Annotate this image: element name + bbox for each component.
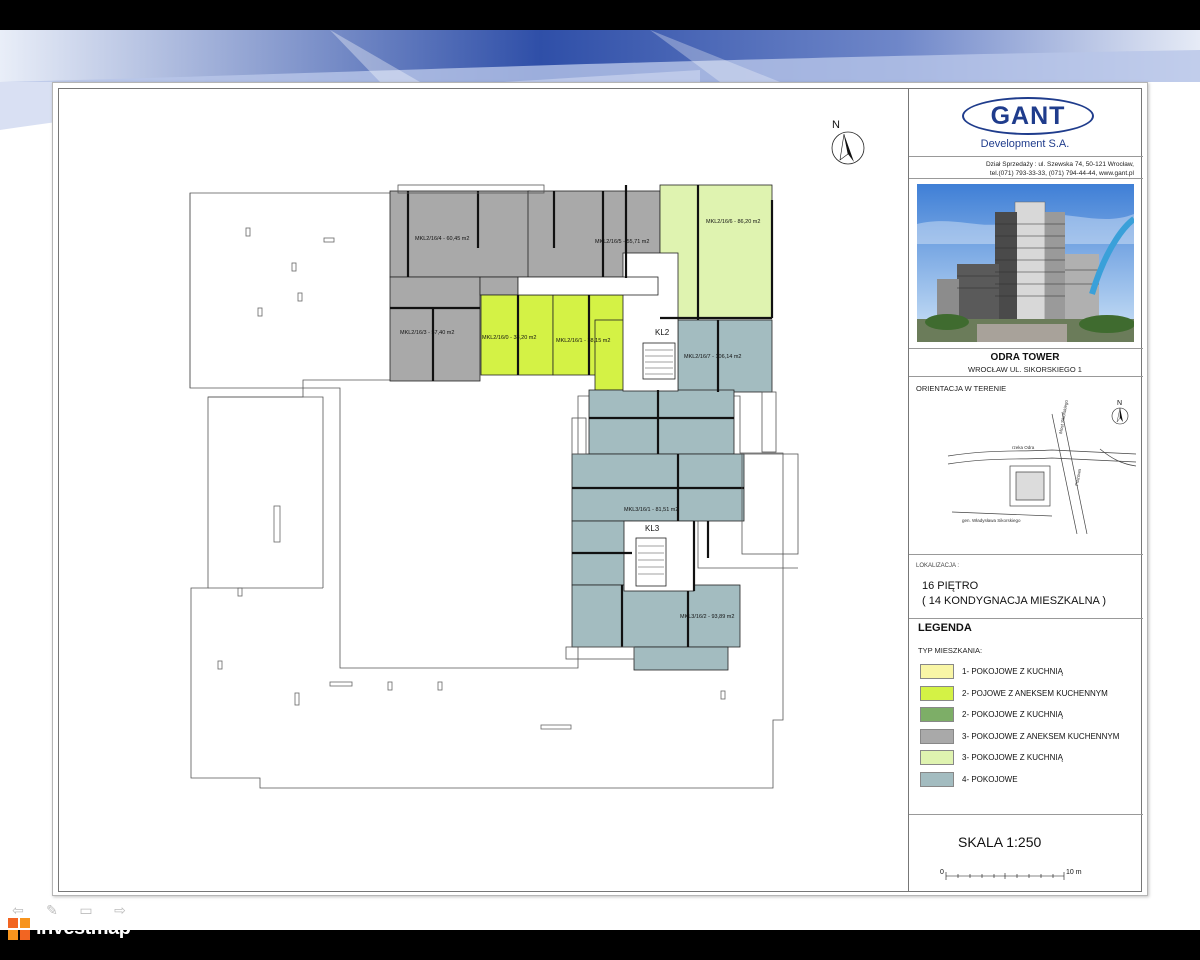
orientation-map: rzeka Odra Most Sikorskiego gen. Władysł…	[947, 399, 1136, 534]
balcony	[565, 646, 635, 660]
unit-label: MKL3/16/2 - 93,89 m2	[680, 614, 734, 620]
balcony	[741, 453, 799, 555]
map-label-river: rzeka Odra	[1012, 445, 1035, 450]
scale-bar: 0 10 m	[940, 869, 1082, 880]
apartment-mkl2-16-4	[389, 190, 531, 278]
terrace-fixture	[273, 505, 281, 543]
building-photo	[917, 184, 1134, 342]
gant-logo: GANT	[962, 97, 1094, 135]
terrace-fixture	[294, 692, 300, 706]
top-black-band	[0, 0, 1200, 30]
stair-label-kl2: KL2	[655, 328, 670, 337]
map-label-plazowa: Plażowa	[1074, 468, 1082, 486]
terrace-fixture	[720, 690, 726, 700]
apartment-mkl2-16-3	[389, 276, 481, 382]
corridor-link	[517, 276, 659, 296]
legend-label: 4- POKOJOWE	[962, 774, 1018, 784]
floor-number: 16 PIĘTRO	[922, 580, 979, 592]
legend-swatch	[920, 728, 954, 744]
bottom-black-band	[0, 930, 1200, 960]
legend-item: 3- POKOJOWE Z KUCHNIĄ	[920, 750, 1119, 772]
map-north-label: N	[1117, 400, 1122, 407]
unit-label: MKL2/16/7 - 106,14 m2	[684, 354, 741, 360]
plan-north-label: N	[832, 119, 840, 131]
map-label-street: gen. Władysława Sikorskiego	[962, 518, 1021, 523]
map-label-bridge: Most Sikorskiego	[1058, 399, 1069, 434]
stair-kl2	[642, 342, 676, 380]
investmap-watermark: investmap	[8, 917, 131, 940]
terrace-fixture	[245, 227, 251, 237]
legend-item: 4- POKOJOWE	[920, 771, 1119, 794]
contact-line-1: Dział Sprzedaży : ul. Szewska 74, 50-121…	[985, 161, 1134, 168]
scale-zero: 0	[940, 869, 944, 876]
stair-label-kl3: KL3	[645, 524, 660, 533]
balcony	[571, 417, 587, 455]
floor-detail: ( 14 KONDYGNACJA MIESZKALNA )	[922, 595, 1106, 607]
terrace-fixture	[217, 660, 223, 670]
legend-swatch	[920, 707, 954, 722]
legend-list: 1- POKOJOWE Z KUCHNIĄ 2- POJOWE Z ANEKSE…	[920, 664, 1119, 793]
terrace-fixture	[257, 307, 263, 317]
project-name: ODRA TOWER	[990, 352, 1060, 363]
scale-label: SKALA 1:250	[958, 834, 1042, 850]
scale-ten: 10 m	[1066, 869, 1082, 876]
terrace-fixture	[323, 237, 335, 243]
project-address: WROCŁAW UL. SIKORSKIEGO 1	[968, 365, 1082, 374]
contact-line-2: tel.(071) 793-33-33, (071) 794-44-44, ww…	[989, 170, 1134, 177]
apartment-teal-bottom	[633, 646, 729, 671]
terrace-fixture	[329, 681, 353, 687]
legend-title: LEGENDA	[918, 622, 972, 634]
legend-item: 3- POKOJOWE Z ANEKSEM KUCHENNYM	[920, 728, 1120, 751]
legend-swatch	[920, 771, 954, 787]
legend-swatch	[920, 685, 954, 701]
terrace-fixture	[437, 681, 443, 691]
terrace-fixture	[540, 724, 572, 730]
corridor-gray	[479, 276, 519, 296]
legend-label: 1- POKOJOWE Z KUCHNIĄ	[962, 667, 1063, 676]
legend-label: 3- POKOJOWE Z ANEKSEM KUCHENNYM	[962, 731, 1120, 741]
legend-label: 2- POKOJOWE Z KUCHNIĄ	[962, 710, 1063, 719]
stair-kl3	[635, 537, 667, 587]
unit-label: MKL2/16/0 - 38,20 m2	[482, 335, 536, 341]
unit-label: MKL3/16/1 - 81,51 m2	[624, 507, 678, 513]
unit-label: MKL2/16/4 - 60,45 m2	[415, 236, 469, 242]
legend-item: 2- POKOJOWE Z KUCHNIĄ	[920, 707, 1119, 729]
terrace-fixture	[237, 587, 243, 597]
north-arrow-icon: N	[831, 119, 865, 165]
terrace-fixture	[387, 681, 393, 691]
apartment-type-label: TYP MIESZKANIA:	[918, 646, 983, 655]
floor-plan: MKL2/16/4 - 60,45 m2 MKL2/16/5 - 55,71 m…	[189, 119, 865, 789]
contact-info: Dział Sprzedaży : ul. Szewska 74, 50-121…	[908, 160, 1134, 178]
balcony	[761, 391, 777, 453]
legend-swatch	[920, 664, 954, 679]
legend-label: 3- POKOJOWE Z KUCHNIĄ	[962, 753, 1063, 762]
unit-label: MKL2/16/6 - 86,20 m2	[706, 219, 760, 225]
terrace-fixture	[297, 292, 303, 302]
unit-label: MKL2/16/1 - 38,15 m2	[556, 338, 610, 344]
legend-swatch	[920, 750, 954, 765]
legend-label: 2- POJOWE Z ANEKSEM KUCHENNYM	[962, 688, 1108, 698]
company-subtitle: Development S.A.	[980, 138, 1070, 150]
apartment-mkl2-16-1-ext	[594, 319, 626, 391]
legend-item: 2- POJOWE Z ANEKSEM KUCHENNYM	[920, 685, 1119, 708]
unit-label: MKL2/16/3 - 57,40 m2	[400, 330, 454, 336]
orientation-label: ORIENTACJA W TERENIE	[916, 384, 1007, 393]
unit-label: MKL2/16/5 - 55,71 m2	[595, 239, 649, 245]
investmap-logo-icon	[8, 917, 30, 940]
apartment-teal-upper	[588, 389, 735, 455]
terrace-fixture	[291, 262, 297, 272]
watermark-text: investmap	[36, 917, 131, 939]
legend-item: 1- POKOJOWE Z KUCHNIĄ	[920, 664, 1119, 686]
map-north-arrow-icon: N	[1111, 400, 1129, 425]
location-label: LOKALIZACJA :	[916, 563, 960, 569]
